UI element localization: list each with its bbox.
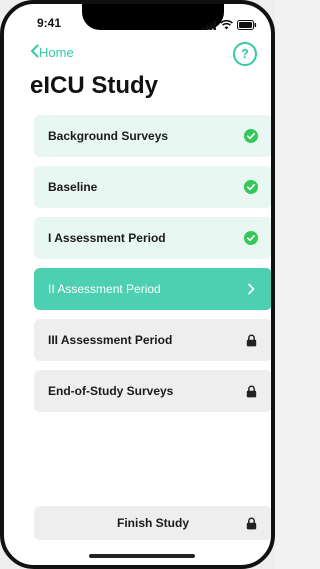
step-background-surveys[interactable]: Background Surveys bbox=[34, 115, 271, 157]
checkmark-icon bbox=[244, 180, 258, 194]
help-button[interactable]: ? bbox=[233, 42, 257, 66]
chevron-right-icon bbox=[244, 282, 258, 296]
step-label: Baseline bbox=[48, 180, 98, 194]
status-time: 9:41 bbox=[37, 16, 62, 30]
step-label: Background Surveys bbox=[48, 129, 169, 143]
phone-frame: 9:41 Home ? eICU Study Background Survey… bbox=[0, 0, 275, 569]
checkmark-icon bbox=[244, 231, 258, 245]
study-steps-list: Background Surveys Baseline I Assessment… bbox=[34, 115, 271, 421]
chevron-left-icon bbox=[30, 44, 39, 61]
lock-icon bbox=[244, 384, 258, 398]
step-i-assessment-period[interactable]: I Assessment Period bbox=[34, 217, 271, 259]
finish-study-button[interactable]: Finish Study bbox=[34, 506, 271, 540]
step-label: I Assessment Period bbox=[48, 231, 166, 245]
status-icons bbox=[202, 17, 257, 35]
lock-icon bbox=[244, 333, 258, 347]
screen-background: 9:41 Home ? eICU Study Background Survey… bbox=[0, 0, 275, 569]
step-ii-assessment-period[interactable]: II Assessment Period bbox=[34, 268, 271, 310]
back-label: Home bbox=[39, 45, 74, 60]
step-label: II Assessment Period bbox=[48, 282, 161, 296]
battery-icon bbox=[237, 17, 257, 35]
lock-icon bbox=[244, 516, 258, 530]
page-title: eICU Study bbox=[30, 72, 159, 99]
step-label: End-of-Study Surveys bbox=[48, 384, 174, 398]
back-home-button[interactable]: Home bbox=[30, 44, 74, 61]
checkmark-icon bbox=[244, 129, 258, 143]
step-baseline[interactable]: Baseline bbox=[34, 166, 271, 208]
signal-icon bbox=[202, 17, 216, 35]
step-end-of-study-surveys[interactable]: End-of-Study Surveys bbox=[34, 370, 271, 412]
finish-study-label: Finish Study bbox=[117, 516, 189, 530]
step-label: III Assessment Period bbox=[48, 333, 173, 347]
step-iii-assessment-period[interactable]: III Assessment Period bbox=[34, 319, 271, 361]
home-indicator[interactable] bbox=[89, 554, 195, 558]
wifi-icon bbox=[220, 17, 233, 35]
